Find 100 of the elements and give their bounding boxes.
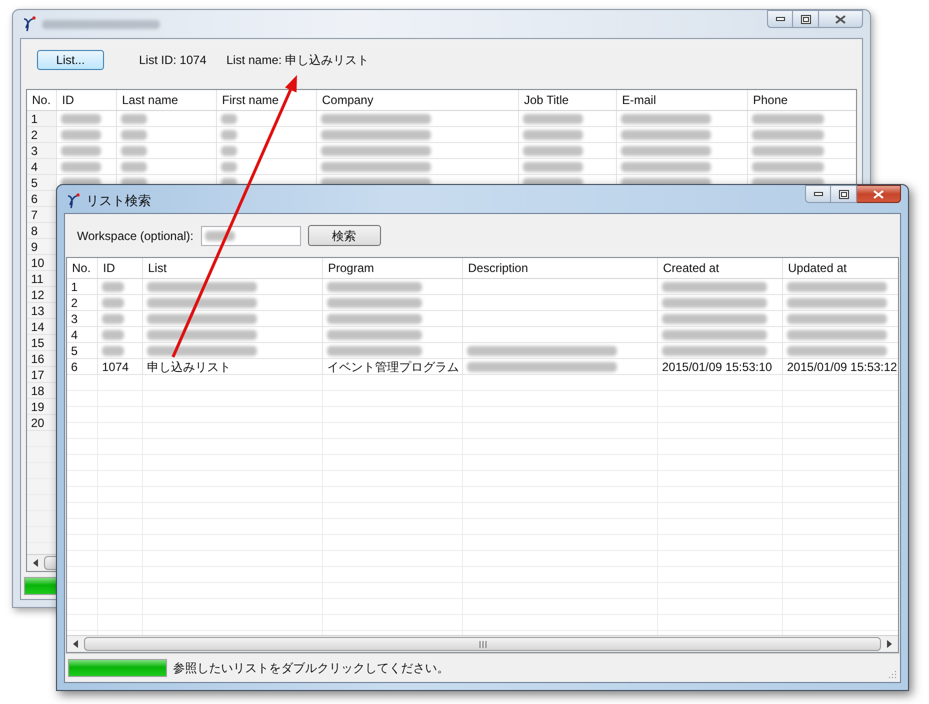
empty-cell: [67, 375, 98, 391]
blurred-text: [752, 146, 824, 156]
blurred-text: [752, 130, 824, 140]
empty-cell: [27, 527, 57, 543]
blurred-text: [752, 114, 824, 124]
table-cell: 20: [27, 415, 57, 431]
blurred-text: [221, 114, 237, 124]
table-cell: 2015/01/09 15:53:10: [658, 359, 783, 375]
table-cell: 1074: [98, 359, 143, 375]
horizontal-scrollbar[interactable]: [67, 635, 898, 652]
blurred-text: [221, 162, 237, 172]
table-cell: 19: [27, 399, 57, 415]
blurred-text: [61, 130, 101, 140]
table-cell: 9: [27, 239, 57, 255]
grip-icon: [478, 640, 486, 648]
app-logo-icon: [22, 16, 36, 32]
blurred-text: [121, 130, 147, 140]
blurred-text: [523, 146, 583, 156]
column-header[interactable]: Updated at: [783, 258, 898, 278]
maximize-button[interactable]: [793, 10, 819, 28]
workspace-label: Workspace (optional):: [77, 228, 194, 244]
empty-cell: [67, 407, 98, 423]
minimize-button[interactable]: [805, 185, 831, 203]
table-cell: 14: [27, 319, 57, 335]
blurred-text: [221, 146, 237, 156]
table-cell: 2: [67, 295, 98, 311]
list-button[interactable]: List...: [37, 50, 104, 70]
empty-cell: [67, 487, 98, 503]
column-header[interactable]: E-mail: [617, 90, 748, 110]
column-header[interactable]: Phone: [748, 90, 856, 110]
blurred-text: [523, 114, 583, 124]
table-cell: 18: [27, 383, 57, 399]
table-cell: 4: [67, 327, 98, 343]
empty-cell: [67, 535, 98, 551]
table-cell: 6: [67, 359, 98, 375]
close-button[interactable]: [819, 10, 863, 28]
empty-cell: [27, 495, 57, 511]
blurred-text: [102, 282, 124, 292]
scrollbar-thumb[interactable]: [84, 637, 881, 651]
close-icon: [873, 190, 884, 198]
column-header[interactable]: ID: [57, 90, 117, 110]
minimize-button[interactable]: [767, 10, 793, 28]
blurred-text: [523, 130, 583, 140]
table-cell: 13: [27, 303, 57, 319]
table-cell: 3: [27, 143, 57, 159]
table-cell: 17: [27, 367, 57, 383]
column-header[interactable]: ID: [98, 258, 143, 278]
column-header[interactable]: No.: [27, 90, 57, 110]
empty-cell: [67, 455, 98, 471]
table-cell: 6: [27, 191, 57, 207]
empty-cell: [67, 471, 98, 487]
empty-cell: [67, 519, 98, 535]
table-cell: 7: [27, 207, 57, 223]
table-cell: 2: [27, 127, 57, 143]
status-text: 参照したいリストをダブルクリックしてください。: [173, 660, 449, 677]
empty-cell: [67, 503, 98, 519]
maximize-icon: [838, 190, 848, 198]
table-cell: 1: [27, 111, 57, 127]
list-id-label: List ID: 1074: [139, 52, 206, 69]
table-cell: 8: [27, 223, 57, 239]
scroll-right-icon[interactable]: [887, 640, 892, 648]
empty-cell: [67, 423, 98, 439]
blurred-text: [102, 314, 124, 324]
table-cell: 2015/01/09 15:53:12: [783, 359, 898, 375]
blurred-text: [102, 298, 124, 308]
column-header[interactable]: Company: [317, 90, 519, 110]
minimize-icon: [776, 17, 784, 21]
maximize-button[interactable]: [831, 185, 857, 203]
workspace-field[interactable]: [200, 226, 300, 246]
maximize-icon: [800, 14, 810, 24]
column-header[interactable]: Description: [463, 258, 658, 278]
close-button[interactable]: [857, 185, 901, 203]
column-header[interactable]: Program: [323, 258, 463, 278]
search-button[interactable]: 検索: [308, 225, 380, 246]
table-cell: 11: [27, 271, 57, 287]
table-cell: 5: [67, 343, 98, 359]
blurred-text: [102, 346, 124, 356]
resize-grip-icon[interactable]: [887, 670, 897, 680]
column-header[interactable]: No.: [67, 258, 98, 278]
empty-cell: [27, 479, 57, 495]
empty-cell: [27, 511, 57, 527]
table-cell: 1: [67, 279, 98, 295]
empty-cell: [27, 463, 57, 479]
empty-cell: [67, 615, 98, 631]
column-header[interactable]: Last name: [117, 90, 217, 110]
column-header[interactable]: List: [143, 258, 323, 278]
empty-cell: [67, 583, 98, 599]
empty-cell: [98, 375, 143, 391]
column-header[interactable]: Created at: [658, 258, 783, 278]
empty-cell: [67, 567, 98, 583]
column-header[interactable]: Job Title: [519, 90, 617, 110]
table-cell: イベント管理プログラム: [323, 359, 463, 375]
empty-cell: [67, 439, 98, 455]
scroll-left-icon[interactable]: [73, 640, 78, 648]
blurred-text: [121, 114, 147, 124]
table-cell: 10: [27, 255, 57, 271]
blurred-text: [121, 146, 147, 156]
window-title: リスト検索: [86, 192, 151, 210]
table-cell: 5: [27, 175, 57, 191]
scroll-left-icon[interactable]: [33, 559, 38, 567]
